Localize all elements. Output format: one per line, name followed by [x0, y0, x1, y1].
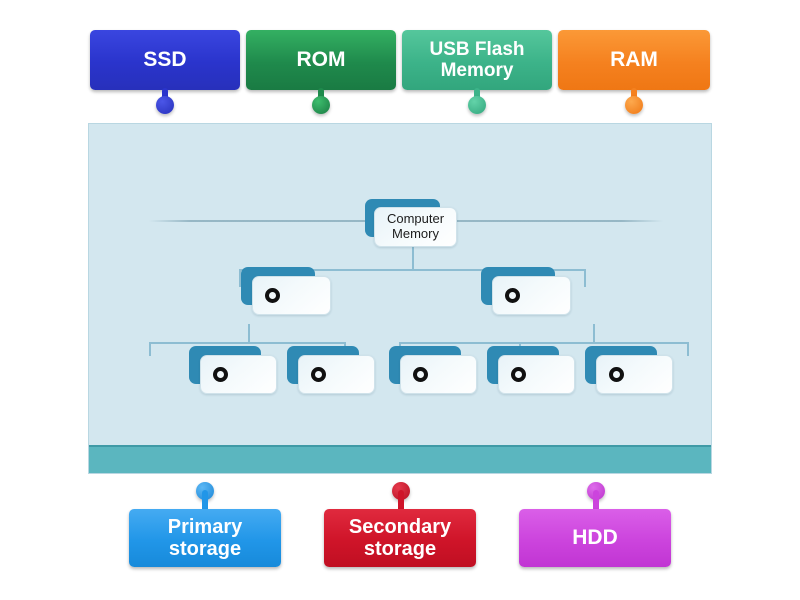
node-l3-3-card	[400, 355, 477, 394]
draggable-label-ram[interactable]: RAM	[558, 30, 710, 90]
node-l3-2-card	[298, 355, 375, 394]
connector-l3-1-drop	[149, 342, 151, 356]
connector-l3-left-bus	[149, 342, 346, 344]
node-l3-1-card	[200, 355, 277, 394]
node-l3-3[interactable]	[389, 346, 477, 394]
connector-root-down	[412, 247, 414, 269]
node-l3-5-card	[596, 355, 673, 394]
node-l3-4-card	[498, 355, 575, 394]
connector-l3-5-drop	[687, 342, 689, 356]
canvas-footer-bar	[89, 445, 711, 473]
label-text-primary-storage: Primary storage	[167, 515, 243, 560]
connector-level2-right-drop	[584, 269, 586, 287]
label-text-secondary-storage: Secondary storage	[348, 515, 452, 560]
node-root-label: Computer Memory	[386, 211, 445, 241]
connector-knob-usb[interactable]	[468, 96, 486, 114]
label-text-ssd: SSD	[143, 48, 187, 72]
drop-target-ring-icon	[511, 367, 526, 382]
drop-target-ring-icon	[265, 288, 280, 303]
node-root-card: Computer Memory	[374, 207, 457, 247]
node-l2-1-card	[252, 276, 331, 315]
draggable-label-primary-storage[interactable]: Primary storage	[129, 509, 281, 567]
label-text-usb-flash-memory: USB Flash Memory	[429, 38, 525, 81]
connector-knob-ssd[interactable]	[156, 96, 174, 114]
node-l2-2[interactable]	[481, 267, 571, 315]
node-l3-1[interactable]	[189, 346, 277, 394]
drop-target-ring-icon	[505, 288, 520, 303]
drop-target-ring-icon	[609, 367, 624, 382]
connector-knob-ram[interactable]	[625, 96, 643, 114]
node-l3-4[interactable]	[487, 346, 575, 394]
diagram-canvas: Computer Memory	[88, 123, 712, 474]
drop-target-ring-icon	[311, 367, 326, 382]
connector-l2left-down	[248, 324, 250, 342]
label-text-rom: ROM	[296, 48, 346, 72]
draggable-label-rom[interactable]: ROM	[246, 30, 396, 90]
draggable-label-usb-flash-memory[interactable]: USB Flash Memory	[402, 30, 552, 90]
connector-l3-right-bus	[399, 342, 689, 344]
draggable-label-secondary-storage[interactable]: Secondary storage	[324, 509, 476, 567]
label-text-hdd: HDD	[572, 526, 618, 550]
node-root[interactable]: Computer Memory	[365, 199, 457, 247]
node-l2-2-card	[492, 276, 571, 315]
drop-target-ring-icon	[213, 367, 228, 382]
connector-l2right-down	[593, 324, 595, 342]
node-l3-5[interactable]	[585, 346, 673, 394]
draggable-label-hdd[interactable]: HDD	[519, 509, 671, 567]
drop-target-ring-icon	[413, 367, 428, 382]
node-l3-2[interactable]	[287, 346, 375, 394]
label-text-ram: RAM	[610, 48, 658, 72]
node-l2-1[interactable]	[241, 267, 331, 315]
connector-knob-rom[interactable]	[312, 96, 330, 114]
draggable-label-ssd[interactable]: SSD	[90, 30, 240, 90]
